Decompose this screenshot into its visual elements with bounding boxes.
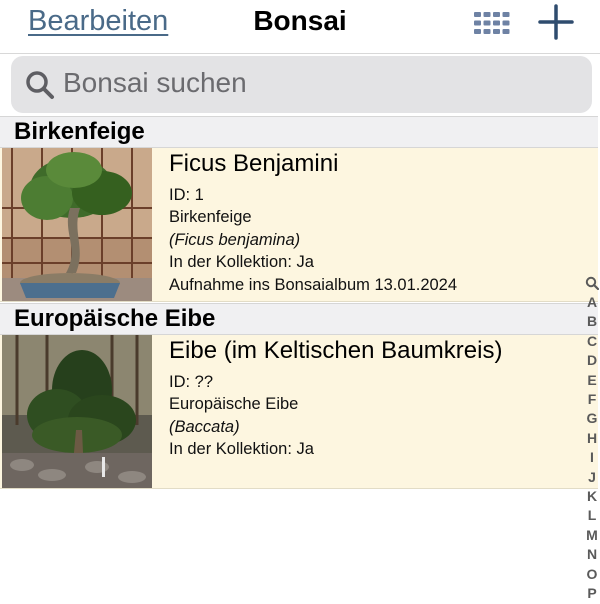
navbar-divider bbox=[0, 53, 600, 54]
edit-button[interactable]: Bearbeiten bbox=[28, 5, 168, 38]
section-header-label: Europäische Eibe bbox=[14, 305, 216, 332]
index-letter[interactable]: I bbox=[590, 448, 594, 467]
bonsai-title: Ficus Benjamini bbox=[169, 150, 339, 177]
index-letter[interactable]: K bbox=[587, 487, 597, 506]
search-placeholder: Bonsai suchen bbox=[63, 67, 247, 98]
section-index[interactable]: A B C D E F G H I J K L M N O P bbox=[583, 274, 600, 604]
index-letter[interactable]: H bbox=[587, 429, 597, 448]
search-icon bbox=[26, 71, 54, 99]
index-letter[interactable]: P bbox=[587, 584, 596, 603]
index-search-icon[interactable] bbox=[585, 276, 599, 290]
bonsai-latin-name: (Baccata) bbox=[169, 418, 240, 436]
index-letter[interactable]: E bbox=[587, 371, 596, 390]
plus-icon[interactable] bbox=[538, 4, 574, 40]
index-letter[interactable]: A bbox=[587, 293, 597, 312]
index-letter[interactable]: O bbox=[587, 565, 598, 584]
bonsai-common-name: Europäische Eibe bbox=[169, 395, 299, 413]
index-letter[interactable]: G bbox=[587, 409, 598, 428]
bonsai-photo bbox=[2, 148, 152, 301]
bonsai-photo bbox=[2, 335, 152, 488]
bonsai-common-name: Birkenfeige bbox=[169, 208, 252, 226]
index-letter[interactable]: D bbox=[587, 351, 597, 370]
index-letter[interactable]: C bbox=[587, 332, 597, 351]
navigation-bar: Bearbeiten Bonsai bbox=[0, 0, 600, 52]
index-letter[interactable]: J bbox=[588, 468, 596, 487]
bonsai-added-date: Aufnahme ins Bonsaialbum 13.01.2024 bbox=[169, 276, 458, 294]
index-letter[interactable]: L bbox=[588, 506, 597, 525]
bonsai-id: ID: ?? bbox=[169, 373, 214, 391]
bonsai-title: Eibe (im Keltischen Baumkreis) bbox=[169, 337, 503, 364]
index-letter[interactable]: F bbox=[588, 390, 597, 409]
index-letter[interactable]: B bbox=[587, 312, 597, 331]
bonsai-latin-name: (Ficus benjamina) bbox=[169, 231, 301, 249]
bonsai-collection-status: In der Kollektion: Ja bbox=[169, 253, 314, 271]
section-header-label: Birkenfeige bbox=[14, 118, 145, 145]
bonsai-id: ID: 1 bbox=[169, 186, 204, 204]
index-letter[interactable]: N bbox=[587, 545, 597, 564]
section-header: Birkenfeige bbox=[0, 116, 598, 148]
section-header: Europäische Eibe bbox=[0, 303, 598, 335]
grid-icon[interactable] bbox=[474, 12, 510, 34]
bonsai-collection-status: In der Kollektion: Ja bbox=[169, 440, 314, 458]
index-letter[interactable]: M bbox=[586, 526, 598, 545]
search-input[interactable]: Bonsai suchen bbox=[11, 56, 592, 113]
list-item[interactable]: Eibe (im Keltischen Baumkreis) ID: ?? Eu… bbox=[0, 335, 598, 489]
page-title: Bonsai bbox=[253, 5, 347, 36]
list-item[interactable]: Ficus Benjamini ID: 1 Birkenfeige (Ficus… bbox=[0, 148, 598, 302]
